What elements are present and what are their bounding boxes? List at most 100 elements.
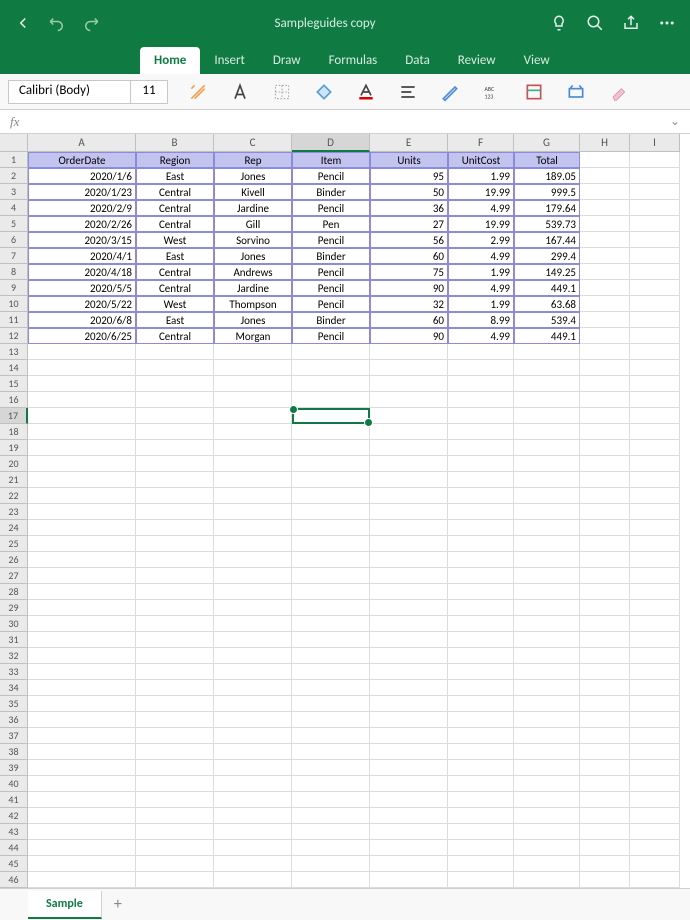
row-header-33[interactable]: 33: [0, 664, 28, 680]
cell[interactable]: [28, 632, 136, 648]
cell[interactable]: [292, 840, 370, 856]
cell[interactable]: [370, 616, 448, 632]
cell[interactable]: West: [136, 296, 214, 312]
tab-insert[interactable]: Insert: [200, 47, 259, 74]
cell[interactable]: 1.99: [448, 168, 514, 184]
row-header-43[interactable]: 43: [0, 824, 28, 840]
cell[interactable]: 60: [370, 312, 448, 328]
cell[interactable]: [214, 632, 292, 648]
cell[interactable]: [630, 728, 680, 744]
cell[interactable]: [630, 792, 680, 808]
row-header-23[interactable]: 23: [0, 504, 28, 520]
cell[interactable]: 449.1: [514, 328, 580, 344]
cell[interactable]: [448, 648, 514, 664]
cell[interactable]: 32: [370, 296, 448, 312]
cell[interactable]: [630, 408, 680, 424]
cell[interactable]: [630, 296, 680, 312]
cell[interactable]: [630, 552, 680, 568]
cell[interactable]: [448, 792, 514, 808]
cell[interactable]: [448, 472, 514, 488]
cell[interactable]: 449.1: [514, 280, 580, 296]
cell[interactable]: [630, 520, 680, 536]
cell[interactable]: [514, 552, 580, 568]
cell[interactable]: [514, 616, 580, 632]
cell[interactable]: East: [136, 248, 214, 264]
cell[interactable]: [28, 424, 136, 440]
cell[interactable]: [630, 488, 680, 504]
cell[interactable]: [580, 664, 630, 680]
cell[interactable]: 2.99: [448, 232, 514, 248]
cell[interactable]: [370, 392, 448, 408]
cell[interactable]: 2020/2/9: [28, 200, 136, 216]
cell[interactable]: [214, 744, 292, 760]
cell[interactable]: [514, 584, 580, 600]
cell[interactable]: [514, 520, 580, 536]
cell[interactable]: 539.73: [514, 216, 580, 232]
tab-home[interactable]: Home: [140, 47, 200, 74]
cell[interactable]: [630, 872, 680, 888]
cell[interactable]: 50: [370, 184, 448, 200]
row-header-42[interactable]: 42: [0, 808, 28, 824]
cell[interactable]: [292, 472, 370, 488]
cell[interactable]: [630, 744, 680, 760]
cell[interactable]: [292, 632, 370, 648]
row-header-19[interactable]: 19: [0, 440, 28, 456]
cell[interactable]: [214, 536, 292, 552]
more-icon[interactable]: [658, 14, 676, 32]
col-header-D[interactable]: D: [292, 134, 370, 152]
cell[interactable]: [580, 216, 630, 232]
cell[interactable]: [214, 344, 292, 360]
cell[interactable]: [580, 280, 630, 296]
cell[interactable]: Andrews: [214, 264, 292, 280]
eraser-icon[interactable]: [606, 80, 630, 104]
cell[interactable]: [28, 680, 136, 696]
cell[interactable]: Pencil: [292, 200, 370, 216]
row-header-45[interactable]: 45: [0, 856, 28, 872]
row-header-2[interactable]: 2: [0, 168, 28, 184]
cell[interactable]: [630, 680, 680, 696]
borders-icon[interactable]: [270, 80, 294, 104]
cell[interactable]: [28, 344, 136, 360]
cell[interactable]: [28, 520, 136, 536]
cell[interactable]: [136, 552, 214, 568]
cell[interactable]: [448, 664, 514, 680]
cell[interactable]: [580, 792, 630, 808]
cell[interactable]: [448, 392, 514, 408]
cell[interactable]: 2020/5/22: [28, 296, 136, 312]
cell[interactable]: [514, 872, 580, 888]
cell[interactable]: [580, 328, 630, 344]
cell[interactable]: [514, 488, 580, 504]
cell[interactable]: [370, 552, 448, 568]
sheet-tab-sample[interactable]: Sample: [28, 891, 102, 919]
cell[interactable]: Pencil: [292, 280, 370, 296]
row-header-21[interactable]: 21: [0, 472, 28, 488]
cell[interactable]: [214, 664, 292, 680]
cell[interactable]: [136, 792, 214, 808]
cell[interactable]: [136, 824, 214, 840]
cell[interactable]: [28, 776, 136, 792]
row-header-31[interactable]: 31: [0, 632, 28, 648]
cell[interactable]: 8.99: [448, 312, 514, 328]
cell[interactable]: East: [136, 312, 214, 328]
row-header-25[interactable]: 25: [0, 536, 28, 552]
cell[interactable]: [370, 536, 448, 552]
cell[interactable]: [28, 456, 136, 472]
cell[interactable]: [630, 216, 680, 232]
col-header-I[interactable]: I: [630, 134, 680, 152]
cell[interactable]: Pencil: [292, 264, 370, 280]
cell[interactable]: [292, 824, 370, 840]
row-header-39[interactable]: 39: [0, 760, 28, 776]
cell[interactable]: [214, 520, 292, 536]
cell[interactable]: [214, 600, 292, 616]
cell[interactable]: [580, 808, 630, 824]
cell[interactable]: [448, 872, 514, 888]
cell[interactable]: 56: [370, 232, 448, 248]
cell[interactable]: [28, 664, 136, 680]
cell[interactable]: [292, 584, 370, 600]
cell[interactable]: [630, 712, 680, 728]
cell[interactable]: Total: [514, 152, 580, 168]
chevron-down-icon[interactable]: ⌄: [670, 114, 680, 129]
cell[interactable]: [580, 376, 630, 392]
cell[interactable]: [214, 472, 292, 488]
cell[interactable]: [580, 504, 630, 520]
